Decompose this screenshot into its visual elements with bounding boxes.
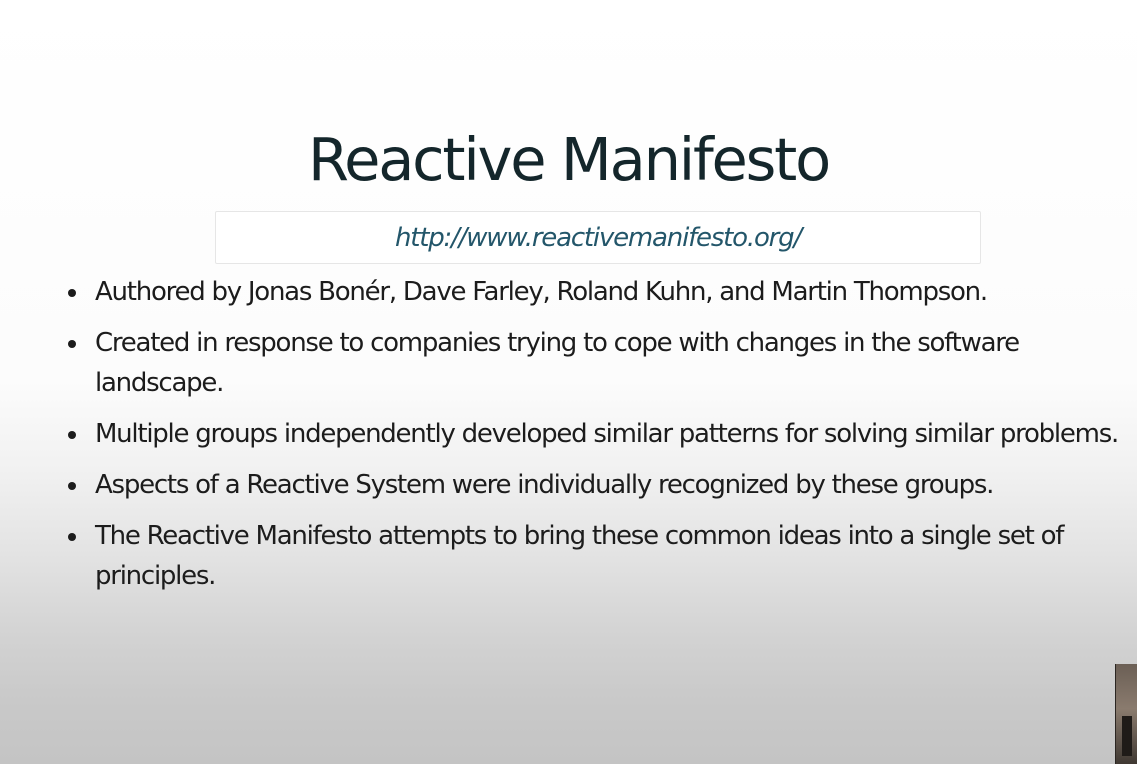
slide-title: Reactive Manifesto: [307, 125, 831, 194]
bullet-text: Aspects of a Reactive System were indivi…: [95, 470, 994, 500]
bullet-list: Authored by Jonas Bonér, Dave Farley, Ro…: [64, 272, 1134, 607]
bullet-item: Multiple groups independently developed …: [64, 414, 1134, 454]
bullet-text: Multiple groups independently developed …: [95, 419, 1119, 449]
bullet-text: Authored by Jonas Bonér, Dave Farley, Ro…: [95, 277, 988, 307]
presentation-slide: Reactive Manifesto http://www.reactivema…: [0, 0, 1137, 764]
url-box: http://www.reactivemanifesto.org/: [215, 211, 981, 264]
bullet-item: Authored by Jonas Bonér, Dave Farley, Ro…: [64, 272, 1134, 312]
bullet-icon: [68, 533, 76, 541]
bullet-icon: [68, 289, 76, 297]
bullet-icon: [68, 482, 76, 490]
bullet-item: The Reactive Manifesto attempts to bring…: [64, 516, 1134, 596]
bullet-icon: [68, 431, 76, 439]
bullet-item: Aspects of a Reactive System were indivi…: [64, 465, 1134, 505]
bullet-text: Created in response to companies trying …: [95, 328, 1020, 398]
presenter-video-thumbnail: [1115, 664, 1137, 764]
bullet-icon: [68, 340, 76, 348]
manifesto-link[interactable]: http://www.reactivemanifesto.org/: [216, 222, 980, 254]
bullet-text: The Reactive Manifesto attempts to bring…: [95, 521, 1064, 591]
bullet-item: Created in response to companies trying …: [64, 323, 1134, 403]
